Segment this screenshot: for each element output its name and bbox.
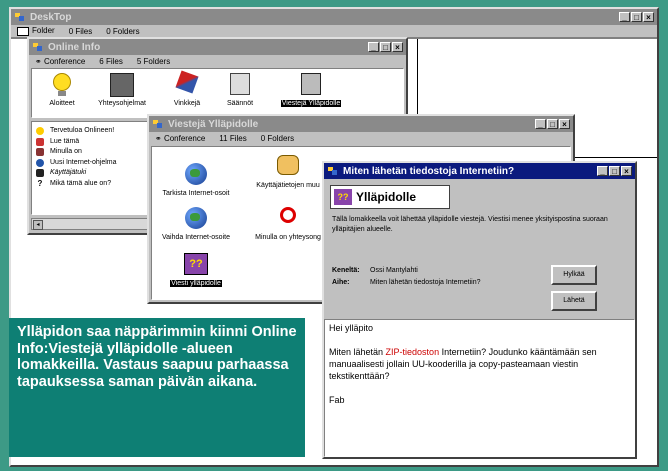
- from-value: Ossi Mantylahti: [370, 267, 418, 274]
- signature: Fab: [329, 395, 345, 405]
- viesteja-titlebar[interactable]: Viestejä Ylläpidolle _ □ ×: [149, 116, 573, 132]
- close-button[interactable]: ×: [392, 42, 403, 52]
- form-minulla-on-yhteysongelma[interactable]: Minulla on yhteysong: [248, 207, 328, 241]
- hat-icon: [36, 169, 44, 178]
- body-text: Miten lähetän ZIP-tiedoston Internetiin?…: [329, 347, 597, 381]
- cabinet-icon: [298, 73, 324, 97]
- app-icon: [14, 12, 26, 22]
- from-label: Keneltä:: [332, 267, 360, 274]
- online-info-list: Tervetuloa Onlineen! Lue tämä Minulla on…: [31, 121, 149, 215]
- folders-count: 0 Folders: [106, 26, 140, 36]
- close-button[interactable]: ×: [621, 166, 632, 176]
- caption-box: Ylläpidon saa näppärimmin kiinni Online …: [9, 318, 305, 457]
- folder-saannot[interactable]: Säännöt: [220, 73, 260, 107]
- app-icon: [152, 119, 164, 129]
- desktop-title: DeskTop: [30, 11, 72, 23]
- app-icon: [32, 42, 44, 52]
- form-vaihda-internet-osoite[interactable]: Vaihda Internet-osoite: [156, 207, 236, 241]
- message-body[interactable]: Hei ylläpito Miten lähetän ZIP-tiedoston…: [324, 319, 635, 457]
- tools-icon: [174, 70, 200, 97]
- message-icon: ??: [334, 189, 352, 205]
- list-item[interactable]: Lue tämä: [36, 137, 148, 148]
- horizontal-scrollbar[interactable]: ◂: [31, 218, 149, 230]
- list-item[interactable]: Käyttäjätuki: [36, 168, 148, 179]
- body-highlight: ZIP-tiedoston: [385, 347, 440, 357]
- globe-icon: [36, 158, 44, 167]
- files-count: 6 Files: [99, 56, 123, 66]
- no-phone-icon: [275, 207, 301, 231]
- minimize-button[interactable]: _: [535, 119, 546, 129]
- folder-button[interactable]: Folder: [17, 26, 55, 36]
- globe-icon: [183, 163, 209, 187]
- viesteja-toolbar: ⚭ Conference 11 Files 0 Folders: [149, 132, 573, 144]
- list-item[interactable]: Minulla on: [36, 147, 148, 158]
- message-title: Miten lähetän tiedostoja Internetiin?: [343, 165, 515, 177]
- folder-aloitteet[interactable]: Aloitteet: [42, 73, 82, 107]
- list-item[interactable]: ? Mikä tämä alue on?: [36, 179, 148, 190]
- form-header: Ylläpidolle: [356, 190, 417, 204]
- app-icon: [327, 166, 339, 176]
- message-titlebar[interactable]: Miten lähetän tiedostoja Internetiin? _ …: [324, 163, 635, 179]
- disk-icon: [109, 73, 135, 97]
- maximize-button[interactable]: □: [380, 42, 391, 52]
- conference-icon: ⚭: [155, 133, 162, 143]
- globe-icon: [183, 207, 209, 231]
- viesteja-title: Viestejä Ylläpidolle: [168, 118, 259, 130]
- send-button[interactable]: Lähetä: [551, 291, 597, 311]
- folders-count: 0 Folders: [260, 133, 295, 143]
- message-icon: ??: [183, 253, 209, 277]
- subject-value: Miten lähetän tiedostoja Internetiin?: [370, 279, 481, 286]
- note-icon: [36, 137, 44, 146]
- subject-label: Aihe:: [332, 279, 350, 286]
- form-kayttajatietojen-muutos[interactable]: Käyttäjätietojen muu: [248, 155, 328, 189]
- minimize-button[interactable]: _: [368, 42, 379, 52]
- question-icon: ?: [37, 178, 43, 188]
- maximize-button[interactable]: □: [609, 166, 620, 176]
- minimize-button[interactable]: _: [597, 166, 608, 176]
- body-greeting: Hei ylläpito: [329, 323, 374, 333]
- online-info-title: Online Info: [48, 41, 101, 53]
- lightbulb-icon: [49, 73, 75, 97]
- desktop-titlebar[interactable]: DeskTop _ □ ×: [11, 9, 657, 25]
- scroll-left-arrow-icon[interactable]: ◂: [33, 220, 43, 230]
- form-description: Tällä lomakkeella voit lähettää ylläpido…: [332, 216, 608, 233]
- form-header-box: ?? Ylläpidolle: [330, 185, 450, 209]
- list-item[interactable]: Uusi Internet-ohjelma: [36, 158, 148, 169]
- form-tarkista-internet-osoite[interactable]: Tarkista Internet-osoit: [156, 163, 236, 197]
- desktop-toolbar: Folder 0 Files 0 Folders: [11, 25, 657, 37]
- cabinet-icon: [227, 73, 253, 97]
- reject-button[interactable]: Hylkää: [551, 265, 597, 285]
- form-viesti-yllapidolle[interactable]: ?? Viesti ylläpidolle: [162, 253, 230, 287]
- smiley-icon: [36, 127, 44, 136]
- folder-yhteysohjelmat[interactable]: Yhteysohjelmat: [94, 73, 150, 107]
- online-info-toolbar: ⚭ Conference 6 Files 5 Folders: [29, 55, 406, 67]
- hand-icon: [275, 155, 301, 179]
- conference-button[interactable]: ⚭ Conference: [155, 134, 205, 143]
- conference-icon: ⚭: [35, 56, 42, 66]
- files-count: 11 Files: [219, 133, 247, 143]
- files-count: 0 Files: [68, 26, 93, 36]
- maximize-button[interactable]: □: [547, 119, 558, 129]
- online-info-icon-area: Aloitteet Yhteysohjelmat Vinkkejä Säännö…: [31, 68, 404, 118]
- close-button[interactable]: ×: [643, 12, 654, 22]
- conference-button[interactable]: ⚭ Conference: [35, 57, 85, 66]
- folder-viesteja-yllapidolle[interactable]: Viestejä Ylläpidolle: [277, 73, 345, 107]
- maximize-button[interactable]: □: [631, 12, 642, 22]
- online-info-titlebar[interactable]: Online Info _ □ ×: [29, 39, 406, 55]
- folder-icon: [17, 26, 29, 36]
- message-window: Miten lähetän tiedostoja Internetiin? _ …: [322, 161, 637, 459]
- minimize-button[interactable]: _: [619, 12, 630, 22]
- person-icon: [36, 148, 44, 157]
- folders-count: 5 Folders: [136, 56, 171, 66]
- close-button[interactable]: ×: [559, 119, 570, 129]
- folder-vinkkeja[interactable]: Vinkkejä: [167, 70, 207, 107]
- list-item[interactable]: Tervetuloa Onlineen!: [36, 126, 148, 137]
